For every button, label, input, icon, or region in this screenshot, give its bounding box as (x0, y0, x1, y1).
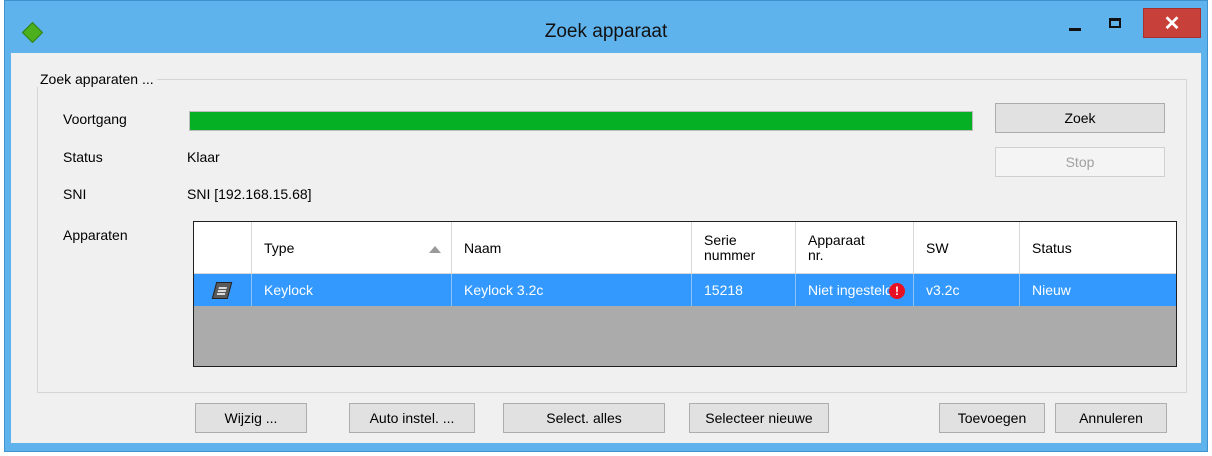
warning-icon: ! (889, 283, 905, 299)
table-header: Type Naam Serie nummer Apparaat nr. SW S… (194, 222, 1176, 274)
column-header-serial[interactable]: Serie nummer (692, 222, 796, 274)
stop-button[interactable]: Stop (995, 147, 1165, 177)
progress-bar-fill (190, 112, 972, 130)
title-bar[interactable]: Zoek apparaat ✕ (5, 1, 1207, 44)
add-button[interactable]: Toevoegen (939, 403, 1045, 433)
row-serial-cell: 15218 (692, 274, 796, 306)
minimize-button[interactable] (1055, 9, 1095, 37)
close-icon: ✕ (1163, 12, 1181, 35)
column-header-status-label: Status (1032, 239, 1072, 256)
row-name-cell: Keylock 3.2c (452, 274, 692, 306)
row-sw-cell: v3.2c (914, 274, 1020, 306)
column-header-serial-label: Serie nummer (704, 232, 756, 263)
column-header-sw-label: SW (926, 239, 949, 256)
row-type-cell: Keylock (252, 274, 452, 306)
devices-table[interactable]: Type Naam Serie nummer Apparaat nr. SW S… (193, 221, 1177, 367)
column-header-icon[interactable] (194, 222, 252, 274)
column-header-name[interactable]: Naam (452, 222, 692, 274)
devices-label: Apparaten (63, 227, 128, 243)
dialog-client-area: Zoek apparaten ... Voortgang Status Klaa… (11, 53, 1201, 443)
maximize-button[interactable] (1095, 9, 1135, 37)
row-icon-cell (194, 274, 252, 306)
column-header-type[interactable]: Type (252, 222, 452, 274)
row-device-nr-text: Niet ingesteld (808, 282, 893, 298)
column-header-device-nr-label: Apparaat nr. (808, 232, 865, 263)
progress-bar (189, 111, 973, 131)
row-status-cell: Nieuw (1032, 282, 1071, 298)
cancel-button[interactable]: Annuleren (1055, 403, 1167, 433)
sort-ascending-icon (429, 246, 441, 253)
column-header-device-nr[interactable]: Apparaat nr. (796, 222, 914, 274)
group-title: Zoek apparaten ... (37, 71, 157, 87)
dialog-window: Zoek apparaat ✕ Zoek apparaten ... Voort… (4, 0, 1208, 452)
column-header-status[interactable]: Status (1020, 222, 1176, 274)
status-value: Klaar (187, 149, 220, 165)
search-button[interactable]: Zoek (995, 103, 1165, 133)
sni-label: SNI (63, 186, 87, 202)
status-label: Status (63, 149, 103, 165)
auto-setup-button[interactable]: Auto instel. ... (349, 403, 475, 433)
column-header-name-label: Naam (464, 239, 502, 256)
window-title: Zoek apparaat (544, 21, 668, 42)
progress-label: Voortgang (63, 111, 127, 127)
row-device-nr-cell: Niet ingesteld ! (796, 274, 914, 306)
close-button[interactable]: ✕ (1143, 8, 1201, 38)
select-all-button[interactable]: Select. alles (503, 403, 665, 433)
select-new-button[interactable]: Selecteer nieuwe (689, 403, 829, 433)
edit-button[interactable]: Wijzig ... (195, 403, 307, 433)
column-header-sw[interactable]: SW (914, 222, 1020, 274)
table-row[interactable]: Keylock Keylock 3.2c 15218 Niet ingestel… (194, 274, 1176, 306)
column-header-type-label: Type (264, 239, 295, 256)
sni-value: SNI [192.168.15.68] (187, 186, 312, 202)
minimize-icon (1069, 27, 1081, 31)
keypad-device-icon (211, 281, 233, 299)
maximize-icon (1109, 18, 1121, 28)
